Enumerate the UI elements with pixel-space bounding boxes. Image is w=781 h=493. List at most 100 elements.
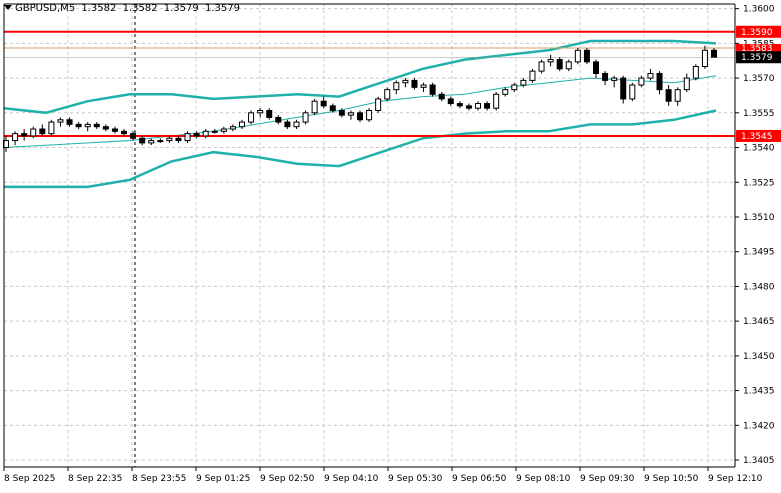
level-price-label: 1.3545 bbox=[741, 132, 773, 142]
candle-body bbox=[547, 59, 554, 63]
candle-body bbox=[456, 103, 463, 107]
candle-body bbox=[239, 121, 245, 128]
y-tick-label: 1.3540 bbox=[743, 144, 775, 154]
candle-body bbox=[511, 84, 518, 91]
price-chart[interactable]: GBPUSD,M5 1.3582 1.3582 1.3579 1.3579 1.… bbox=[0, 0, 781, 489]
candle-body bbox=[574, 49, 581, 63]
candle-body bbox=[139, 137, 146, 144]
x-tick-label: 9 Sep 06:50 bbox=[452, 474, 507, 484]
close-value: 1.3579 bbox=[204, 3, 240, 14]
candle-body bbox=[502, 89, 509, 95]
y-tick-label: 1.3570 bbox=[743, 74, 775, 84]
y-tick-label: 1.3600 bbox=[743, 5, 775, 15]
candle-body bbox=[48, 121, 55, 135]
candle-body bbox=[593, 61, 599, 74]
candle-body bbox=[656, 72, 663, 91]
y-tick-label: 1.3510 bbox=[743, 213, 775, 223]
x-tick-label: 9 Sep 08:10 bbox=[516, 474, 571, 484]
candle-body bbox=[130, 133, 137, 139]
candle-body bbox=[583, 49, 590, 63]
candle-body bbox=[565, 61, 572, 70]
y-tick-label: 1.3405 bbox=[743, 456, 775, 466]
candle-body bbox=[701, 49, 708, 68]
y-tick-label: 1.3465 bbox=[743, 317, 775, 327]
candle-body bbox=[366, 109, 373, 121]
y-tick-label: 1.3495 bbox=[743, 248, 775, 258]
candle-body bbox=[375, 98, 382, 111]
candle-body bbox=[602, 72, 609, 81]
candle-body bbox=[674, 89, 681, 102]
symbol-label: GBPUSD,M5 bbox=[15, 3, 76, 14]
candle-body bbox=[275, 116, 282, 123]
candle-body bbox=[75, 123, 82, 128]
current-price-label: 1.3579 bbox=[741, 53, 773, 63]
candle-body bbox=[21, 133, 28, 137]
candle-body bbox=[93, 123, 100, 128]
candle-body bbox=[384, 89, 391, 100]
candle-body bbox=[193, 133, 200, 137]
x-tick-label: 8 Sep 23:55 bbox=[132, 474, 186, 484]
candle-body bbox=[465, 105, 472, 109]
candle-body bbox=[438, 93, 445, 100]
x-tick-label: 8 Sep 2025 bbox=[4, 474, 55, 484]
chart-canvas[interactable]: 1.36001.35851.35701.35551.35401.35251.35… bbox=[0, 0, 781, 489]
candle-body bbox=[402, 79, 409, 84]
candle-body bbox=[166, 137, 173, 142]
x-tick-label: 9 Sep 10:50 bbox=[644, 474, 699, 484]
candle-body bbox=[420, 84, 427, 88]
x-tick-label: 9 Sep 02:50 bbox=[260, 474, 315, 484]
candle-body bbox=[493, 93, 500, 109]
candle-body bbox=[475, 103, 481, 109]
symbol-dropdown-icon[interactable] bbox=[4, 5, 12, 10]
candle-body bbox=[266, 109, 273, 118]
candle-body bbox=[121, 130, 127, 135]
candle-body bbox=[611, 77, 618, 81]
candle-body bbox=[338, 109, 345, 116]
candle-body bbox=[692, 66, 699, 79]
candle-body bbox=[629, 84, 636, 100]
candle-body bbox=[302, 112, 309, 123]
candle-body bbox=[320, 100, 327, 107]
candle-body bbox=[30, 128, 37, 137]
candle-body bbox=[229, 126, 236, 130]
y-tick-label: 1.3480 bbox=[743, 282, 775, 292]
candle-body bbox=[638, 77, 645, 86]
x-tick-label: 9 Sep 01:25 bbox=[196, 474, 250, 484]
candle-body bbox=[556, 59, 563, 70]
candle-body bbox=[175, 137, 182, 142]
candle-body bbox=[357, 112, 363, 121]
y-tick-label: 1.3420 bbox=[743, 421, 775, 431]
x-tick-label: 9 Sep 09:30 bbox=[580, 474, 635, 484]
x-tick-label: 9 Sep 12:10 bbox=[708, 474, 763, 484]
candle-body bbox=[102, 126, 109, 130]
candle-body bbox=[284, 121, 291, 128]
candle-body bbox=[520, 79, 527, 86]
y-tick-label: 1.3450 bbox=[743, 352, 775, 362]
candle-body bbox=[12, 133, 19, 142]
x-tick-label: 9 Sep 04:10 bbox=[324, 474, 379, 484]
candle-body bbox=[429, 84, 436, 95]
candle-body bbox=[84, 123, 91, 128]
x-tick-label: 8 Sep 22:35 bbox=[68, 474, 122, 484]
candle-body bbox=[202, 130, 209, 137]
candle-body bbox=[329, 105, 336, 111]
candle-body bbox=[39, 128, 46, 135]
candle-body bbox=[665, 89, 672, 102]
candle-body bbox=[347, 112, 354, 116]
candle-body bbox=[66, 119, 73, 125]
candle-body bbox=[411, 79, 418, 88]
candle-body bbox=[111, 128, 118, 132]
candle-body bbox=[148, 140, 155, 144]
candle-body bbox=[293, 121, 300, 128]
candle-body bbox=[529, 70, 536, 81]
candle-body bbox=[393, 82, 400, 91]
level-price-label: 1.3590 bbox=[741, 28, 773, 38]
candle-body bbox=[157, 140, 164, 143]
candle-body bbox=[711, 49, 717, 58]
candle-body bbox=[184, 133, 191, 142]
candle-body bbox=[211, 130, 218, 133]
candle-body bbox=[447, 98, 454, 105]
candle-body bbox=[57, 119, 64, 123]
candle-body bbox=[484, 103, 491, 109]
candle-body bbox=[220, 128, 227, 132]
